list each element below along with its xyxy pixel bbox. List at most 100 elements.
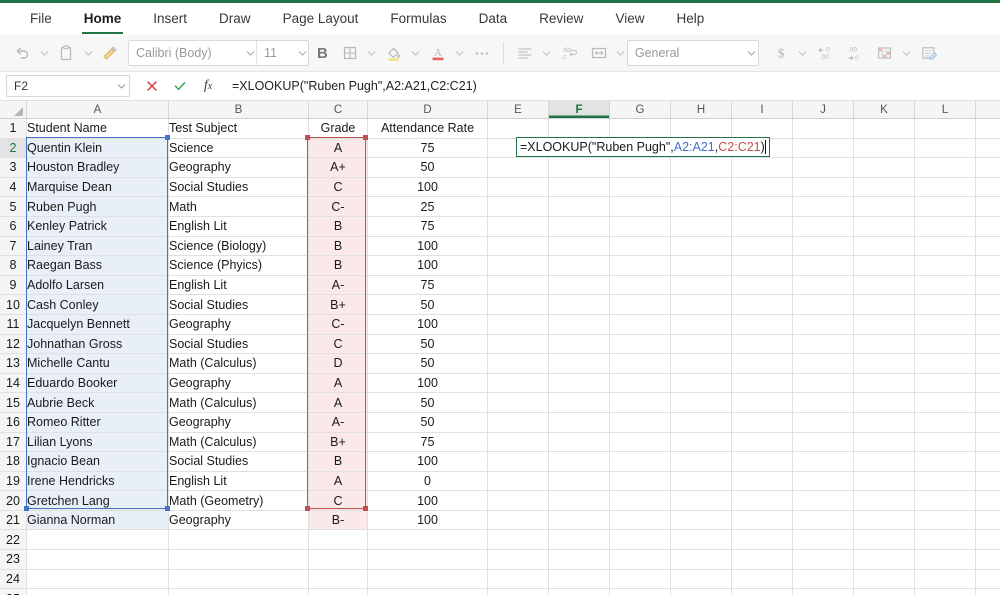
cell-k21[interactable]: [853, 510, 915, 531]
cell-m2[interactable]: [975, 138, 1000, 159]
cell-e9[interactable]: [487, 275, 549, 296]
cell-l7[interactable]: [914, 236, 976, 257]
cell-l15[interactable]: [914, 392, 976, 413]
cell-j6[interactable]: [792, 216, 854, 237]
cell-k12[interactable]: [853, 334, 915, 355]
cell-l18[interactable]: [914, 451, 976, 472]
cell-j7[interactable]: [792, 236, 854, 257]
cell-d7[interactable]: 100: [367, 236, 488, 257]
row-header-19[interactable]: 19: [0, 471, 27, 492]
cell-h3[interactable]: [670, 157, 732, 178]
ellipsis-icon[interactable]: [468, 40, 496, 66]
cell-a20[interactable]: Gretchen Lang: [26, 490, 169, 511]
tab-file[interactable]: File: [14, 3, 68, 35]
row-header-1[interactable]: 1: [0, 118, 27, 139]
cell-l10[interactable]: [914, 294, 976, 315]
font-size-input[interactable]: 11: [257, 46, 296, 60]
cell-i7[interactable]: [731, 236, 793, 257]
cell-a15[interactable]: Aubrie Beck: [26, 392, 169, 413]
cell-d12[interactable]: 50: [367, 334, 488, 355]
cell-m24[interactable]: [975, 569, 1000, 590]
row-header-16[interactable]: 16: [0, 412, 27, 433]
name-box-dropdown-icon[interactable]: [113, 83, 129, 89]
cell-e16[interactable]: [487, 412, 549, 433]
cell-i18[interactable]: [731, 451, 793, 472]
cell-b7[interactable]: Science (Biology): [168, 236, 309, 257]
cell-j12[interactable]: [792, 334, 854, 355]
cell-h23[interactable]: [670, 549, 732, 570]
cell-d23[interactable]: [367, 549, 488, 570]
cell-c24[interactable]: [308, 569, 368, 590]
cell-h5[interactable]: [670, 196, 732, 217]
cell-i14[interactable]: [731, 373, 793, 394]
row-header-11[interactable]: 11: [0, 314, 27, 335]
font-name-input[interactable]: Calibri (Body): [129, 46, 244, 60]
cell-c6[interactable]: B: [308, 216, 368, 237]
cell-f25[interactable]: [548, 588, 610, 595]
cell-b8[interactable]: Science (Phyics): [168, 255, 309, 276]
enter-icon[interactable]: [166, 75, 194, 97]
font-size-dropdown-icon[interactable]: [296, 50, 308, 56]
cell-g16[interactable]: [609, 412, 671, 433]
cell-j23[interactable]: [792, 549, 854, 570]
cell-g5[interactable]: [609, 196, 671, 217]
cell-m20[interactable]: [975, 490, 1000, 511]
cell-d1[interactable]: Attendance Rate: [367, 118, 488, 139]
row-header-17[interactable]: 17: [0, 432, 27, 453]
cell-i13[interactable]: [731, 353, 793, 374]
cell-g12[interactable]: [609, 334, 671, 355]
cell-j18[interactable]: [792, 451, 854, 472]
cell-l13[interactable]: [914, 353, 976, 374]
cell-h17[interactable]: [670, 432, 732, 453]
cell-f8[interactable]: [548, 255, 610, 276]
conditional-formatting-dropdown-icon[interactable]: [901, 50, 913, 56]
cell-a14[interactable]: Eduardo Booker: [26, 373, 169, 394]
cell-e7[interactable]: [487, 236, 549, 257]
cell-m22[interactable]: [975, 529, 1000, 551]
cell-g21[interactable]: [609, 510, 671, 531]
cell-a17[interactable]: Lilian Lyons: [26, 432, 169, 453]
cell-styles-icon[interactable]: [915, 40, 943, 66]
cell-c5[interactable]: C-: [308, 196, 368, 217]
wrap-text-icon[interactable]: ab c: [555, 40, 583, 66]
cell-c11[interactable]: C-: [308, 314, 368, 335]
cell-j19[interactable]: [792, 471, 854, 492]
cell-c12[interactable]: C: [308, 334, 368, 355]
cell-m18[interactable]: [975, 451, 1000, 472]
column-header-j[interactable]: J: [792, 101, 854, 119]
cell-j14[interactable]: [792, 373, 854, 394]
cell-m25[interactable]: [975, 588, 1000, 595]
cell-f12[interactable]: [548, 334, 610, 355]
number-format-dropdown-icon[interactable]: [746, 50, 758, 56]
cell-g9[interactable]: [609, 275, 671, 296]
cell-g20[interactable]: [609, 490, 671, 511]
cell-c17[interactable]: B+: [308, 432, 368, 453]
cell-f3[interactable]: [548, 157, 610, 178]
cell-d4[interactable]: 100: [367, 177, 488, 198]
cell-m5[interactable]: [975, 196, 1000, 217]
column-header-f[interactable]: F: [548, 101, 610, 119]
cell-d5[interactable]: 25: [367, 196, 488, 217]
cell-b1[interactable]: Test Subject: [168, 118, 309, 139]
cell-b14[interactable]: Geography: [168, 373, 309, 394]
cell-e23[interactable]: [487, 549, 549, 570]
cell-d8[interactable]: 100: [367, 255, 488, 276]
cell-e25[interactable]: [487, 588, 549, 595]
cell-k15[interactable]: [853, 392, 915, 413]
cell-j3[interactable]: [792, 157, 854, 178]
cell-i11[interactable]: [731, 314, 793, 335]
cell-c16[interactable]: A-: [308, 412, 368, 433]
cell-g4[interactable]: [609, 177, 671, 198]
cell-m12[interactable]: [975, 334, 1000, 355]
cell-c10[interactable]: B+: [308, 294, 368, 315]
cell-k14[interactable]: [853, 373, 915, 394]
cell-a9[interactable]: Adolfo Larsen: [26, 275, 169, 296]
cell-k7[interactable]: [853, 236, 915, 257]
paste-dropdown-icon[interactable]: [82, 50, 94, 56]
cell-d9[interactable]: 75: [367, 275, 488, 296]
cell-m17[interactable]: [975, 432, 1000, 453]
cell-e19[interactable]: [487, 471, 549, 492]
cell-j24[interactable]: [792, 569, 854, 590]
cell-m4[interactable]: [975, 177, 1000, 198]
format-painter-icon[interactable]: [96, 40, 124, 66]
